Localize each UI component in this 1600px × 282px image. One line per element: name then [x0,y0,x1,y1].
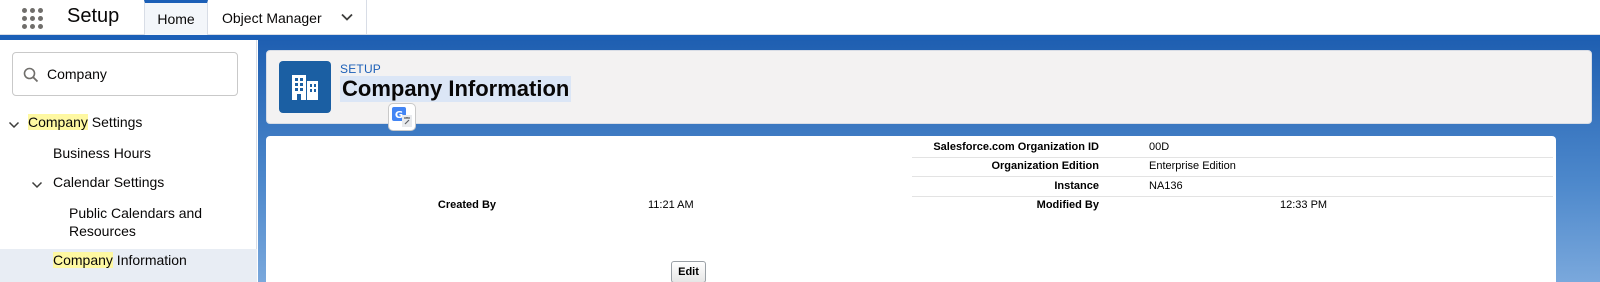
edition-label: Organization Edition [991,160,1099,172]
row-divider [912,157,1553,158]
setup-sidebar: Company Settings Business Hours Calendar… [0,40,257,282]
sidebar-item-label: Public Calendars and [69,205,203,221]
sidebar-item-company-settings[interactable]: Company Settings [28,113,142,131]
sidebar-item-label: Settings [87,114,143,130]
org-id-value: 00D [1149,141,1170,153]
svg-text:G: G [395,110,403,121]
created-by-label: Created By [437,199,496,211]
google-translate-icon[interactable]: G [388,103,416,131]
app-launcher-icon[interactable] [20,6,44,30]
chevron-down-icon[interactable] [8,119,20,131]
created-by-value: 11:21 AM [648,199,694,211]
building-icon [279,61,331,113]
search-highlight: Company [53,252,113,268]
chevron-down-icon[interactable] [340,10,354,24]
modified-by-value: 12:33 PM [1280,199,1328,211]
quick-find-input[interactable] [47,53,227,95]
search-highlight: Company [28,114,88,130]
sidebar-item-public-calendars[interactable]: Public Calendars and Resources [69,204,202,240]
org-id-label: Salesforce.com Organization ID [933,141,1099,153]
page-header: SETUP Company Information [266,50,1592,124]
instance-label: Instance [1054,180,1099,192]
tab-home[interactable]: Home [144,0,208,35]
row-divider [912,196,1553,197]
chevron-down-icon[interactable] [31,179,43,191]
quick-find-box[interactable] [12,52,238,96]
breadcrumb: SETUP [340,62,382,76]
edit-button[interactable]: Edit [671,261,706,282]
sidebar-item-business-hours[interactable]: Business Hours [53,144,151,162]
tab-object-manager[interactable]: Object Manager [209,0,367,35]
main-content: SETUP Company Information Salesforce.com… [258,40,1600,282]
row-divider [912,176,1553,177]
search-icon [23,67,39,83]
tab-object-manager-label: Object Manager [222,9,322,26]
sidebar-item-calendar-settings[interactable]: Calendar Settings [53,173,164,191]
sidebar-item-label: Information [112,252,187,268]
company-detail-panel: Salesforce.com Organization ID 00D Organ… [266,136,1556,282]
sidebar-item-company-information[interactable]: Company Information [53,251,187,269]
instance-value: NA136 [1149,180,1183,192]
app-title: Setup [67,5,120,27]
global-header: Setup Home Object Manager [0,0,1600,35]
page-title: Company Information [340,76,572,102]
modified-by-label: Modified By [1036,199,1099,211]
edition-value: Enterprise Edition [1149,160,1236,172]
sidebar-item-label: Resources [69,223,136,239]
